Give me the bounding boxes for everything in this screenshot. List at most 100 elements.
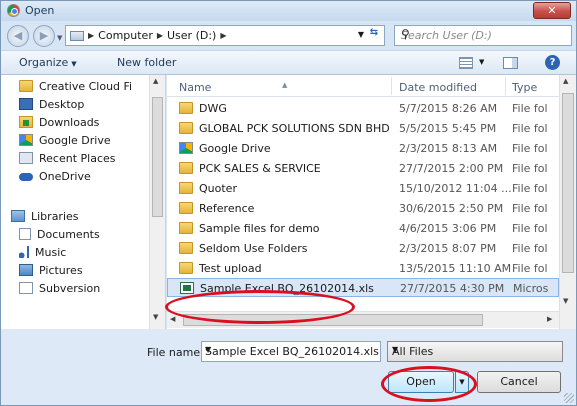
scrollbar-thumb[interactable] [152, 97, 163, 217]
command-toolbar: Organize ▼ New folder ▼ ? [1, 50, 576, 75]
sidebar-item-label: OneDrive [39, 169, 91, 183]
column-divider[interactable] [505, 77, 506, 95]
search-icon[interactable]: ⚲ [401, 27, 567, 41]
folder-icon [179, 222, 193, 234]
sidebar-item-label: Downloads [39, 115, 100, 129]
column-name[interactable]: Name [179, 81, 211, 94]
file-name: GLOBAL PCK SOLUTIONS SDN BHD [199, 122, 390, 135]
sidebar-item-pictures[interactable]: Pictures [19, 261, 165, 279]
scrollbar-thumb[interactable] [183, 314, 483, 326]
sidebar-item-libraries[interactable]: Libraries [11, 207, 165, 225]
file-row-quoter[interactable]: Quoter 15/10/2012 11:04 ... File fol [167, 179, 559, 198]
scroll-down-icon[interactable]: ▼ [563, 297, 568, 305]
chrome-icon [7, 4, 20, 17]
scroll-up-icon[interactable]: ▲ [153, 77, 158, 85]
file-name-field[interactable]: Sample Excel BQ_26102014.xls ▼ [201, 341, 381, 362]
file-date: 2/3/2015 8:07 PM [399, 242, 497, 255]
open-button[interactable]: Open [388, 371, 454, 393]
sidebar-item-label: Music [35, 245, 67, 259]
address-bar[interactable]: ▶ Computer ▶ User (D:) ▶ ▼ ⇆ [65, 25, 385, 46]
breadcrumb-separator-icon[interactable]: ▶ [220, 31, 226, 40]
file-name: Quoter [199, 182, 237, 195]
documents-icon [19, 228, 31, 240]
navigation-pane-scrollbar[interactable]: ▲ ▼ [149, 75, 165, 329]
title-bar[interactable]: Open ✕ [1, 1, 576, 21]
file-type: Micros [513, 282, 549, 295]
file-type: File fol [512, 242, 548, 255]
file-row-seldom-use[interactable]: Seldom Use Folders 2/3/2015 8:07 PM File f… [167, 239, 559, 258]
sidebar-item-documents[interactable]: Documents [19, 225, 165, 243]
open-dialog: Open ✕ ◀ ▶ ▼ ▶ Computer ▶ User (D:) ▶ ▼ … [0, 0, 577, 406]
breadcrumb-computer[interactable]: Computer [98, 29, 153, 42]
forward-button[interactable]: ▶ [33, 25, 55, 47]
search-input[interactable]: Search User (D:) ⚲ [394, 25, 572, 46]
open-options-dropdown-icon[interactable]: ▼ [455, 371, 469, 393]
organize-button[interactable]: Organize ▼ [19, 56, 77, 69]
organize-label: Organize [19, 56, 69, 69]
scroll-down-icon[interactable]: ▼ [153, 313, 158, 321]
google-drive-folder-icon [179, 142, 193, 154]
file-type-select[interactable]: All Files ▼ [387, 341, 563, 362]
file-type: File fol [512, 122, 548, 135]
address-dropdown-icon[interactable]: ▼ [358, 30, 364, 39]
sidebar-item-subversion[interactable]: Subversion [19, 279, 165, 297]
sidebar-item-google-drive[interactable]: Google Drive [19, 131, 165, 149]
column-divider[interactable] [391, 77, 392, 95]
sidebar-item-onedrive[interactable]: OneDrive [19, 167, 165, 185]
file-name: PCK SALES & SERVICE [199, 162, 321, 175]
column-type[interactable]: Type [512, 81, 537, 94]
breadcrumb-user-d[interactable]: User (D:) [167, 29, 216, 42]
folder-icon [179, 202, 193, 214]
column-date-modified[interactable]: Date modified [399, 81, 477, 94]
file-row-test-upload[interactable]: Test upload 13/5/2015 11:10 AM File fol [167, 259, 559, 278]
pictures-icon [19, 264, 33, 276]
sidebar-item-downloads[interactable]: Downloads [19, 113, 165, 131]
help-icon[interactable]: ? [545, 55, 560, 70]
resize-grip-icon[interactable] [564, 393, 574, 403]
close-button[interactable]: ✕ [533, 2, 571, 19]
dialog-footer: File name: Sample Excel BQ_26102014.xls … [1, 329, 576, 405]
file-row-sample-excel[interactable]: Sample Excel BQ_26102014.xls 27/7/2015 4:… [167, 278, 559, 297]
desktop-icon [19, 98, 33, 110]
chevron-down-icon[interactable]: ▼ [205, 345, 376, 354]
sidebar-item-music[interactable]: Music [19, 243, 165, 261]
file-name-label: File name: [147, 346, 204, 359]
file-row-sample-files[interactable]: Sample files for demo 4/6/2015 3:06 PM Fil… [167, 219, 559, 238]
file-date: 27/7/2015 4:30 PM [400, 282, 505, 295]
scrollbar-thumb[interactable] [562, 93, 574, 273]
libraries-icon [11, 210, 25, 222]
view-options-dropdown-icon[interactable]: ▼ [479, 58, 484, 66]
file-date: 2/3/2015 8:13 AM [399, 142, 498, 155]
file-row-pck-sales[interactable]: PCK SALES & SERVICE 27/7/2015 2:00 PM File… [167, 159, 559, 178]
recent-locations-dropdown-icon[interactable]: ▼ [57, 34, 62, 42]
navigation-bar: ◀ ▶ ▼ ▶ Computer ▶ User (D:) ▶ ▼ ⇆ Searc… [1, 21, 576, 50]
forward-arrow-icon: ▶ [39, 29, 49, 42]
file-list-scrollbar[interactable]: ▲ ▼ [559, 75, 576, 329]
navigation-pane: Creative Cloud Fi Desktop Downloads Goog… [1, 75, 166, 329]
scroll-up-icon[interactable]: ▲ [563, 77, 568, 85]
horizontal-scrollbar[interactable]: ◀ ▶ [167, 311, 559, 328]
back-button[interactable]: ◀ [7, 25, 29, 47]
preview-pane-icon[interactable] [503, 57, 518, 69]
file-row-google-drive[interactable]: Google Drive 2/3/2015 8:13 AM File fol [167, 139, 559, 158]
refresh-icon[interactable]: ⇆ [366, 27, 382, 44]
scroll-right-icon[interactable]: ▶ [547, 315, 552, 323]
sidebar-item-label: Libraries [31, 209, 79, 223]
new-folder-button[interactable]: New folder [117, 56, 176, 69]
sidebar-item-creative-cloud[interactable]: Creative Cloud Fi [19, 77, 165, 95]
sidebar-item-recent-places[interactable]: Recent Places [19, 149, 165, 167]
file-row-reference[interactable]: Reference 30/6/2015 2:50 PM File fol [167, 199, 559, 218]
window-title: Open [25, 4, 55, 17]
cancel-button[interactable]: Cancel [477, 371, 561, 393]
breadcrumb-separator-icon[interactable]: ▶ [157, 31, 163, 40]
file-type: File fol [512, 162, 548, 175]
file-row-dwg[interactable]: DWG 5/7/2015 8:26 AM File fol [167, 99, 559, 118]
sidebar-item-label: Google Drive [39, 133, 111, 147]
scroll-left-icon[interactable]: ◀ [170, 315, 175, 323]
sidebar-item-desktop[interactable]: Desktop [19, 95, 165, 113]
file-name: DWG [199, 102, 227, 115]
downloads-icon [19, 116, 33, 128]
breadcrumb-separator-icon[interactable]: ▶ [88, 31, 94, 40]
change-view-icon[interactable] [459, 57, 473, 69]
file-row-global-pck[interactable]: GLOBAL PCK SOLUTIONS SDN BHD 5/5/2015 5:4… [167, 119, 559, 138]
